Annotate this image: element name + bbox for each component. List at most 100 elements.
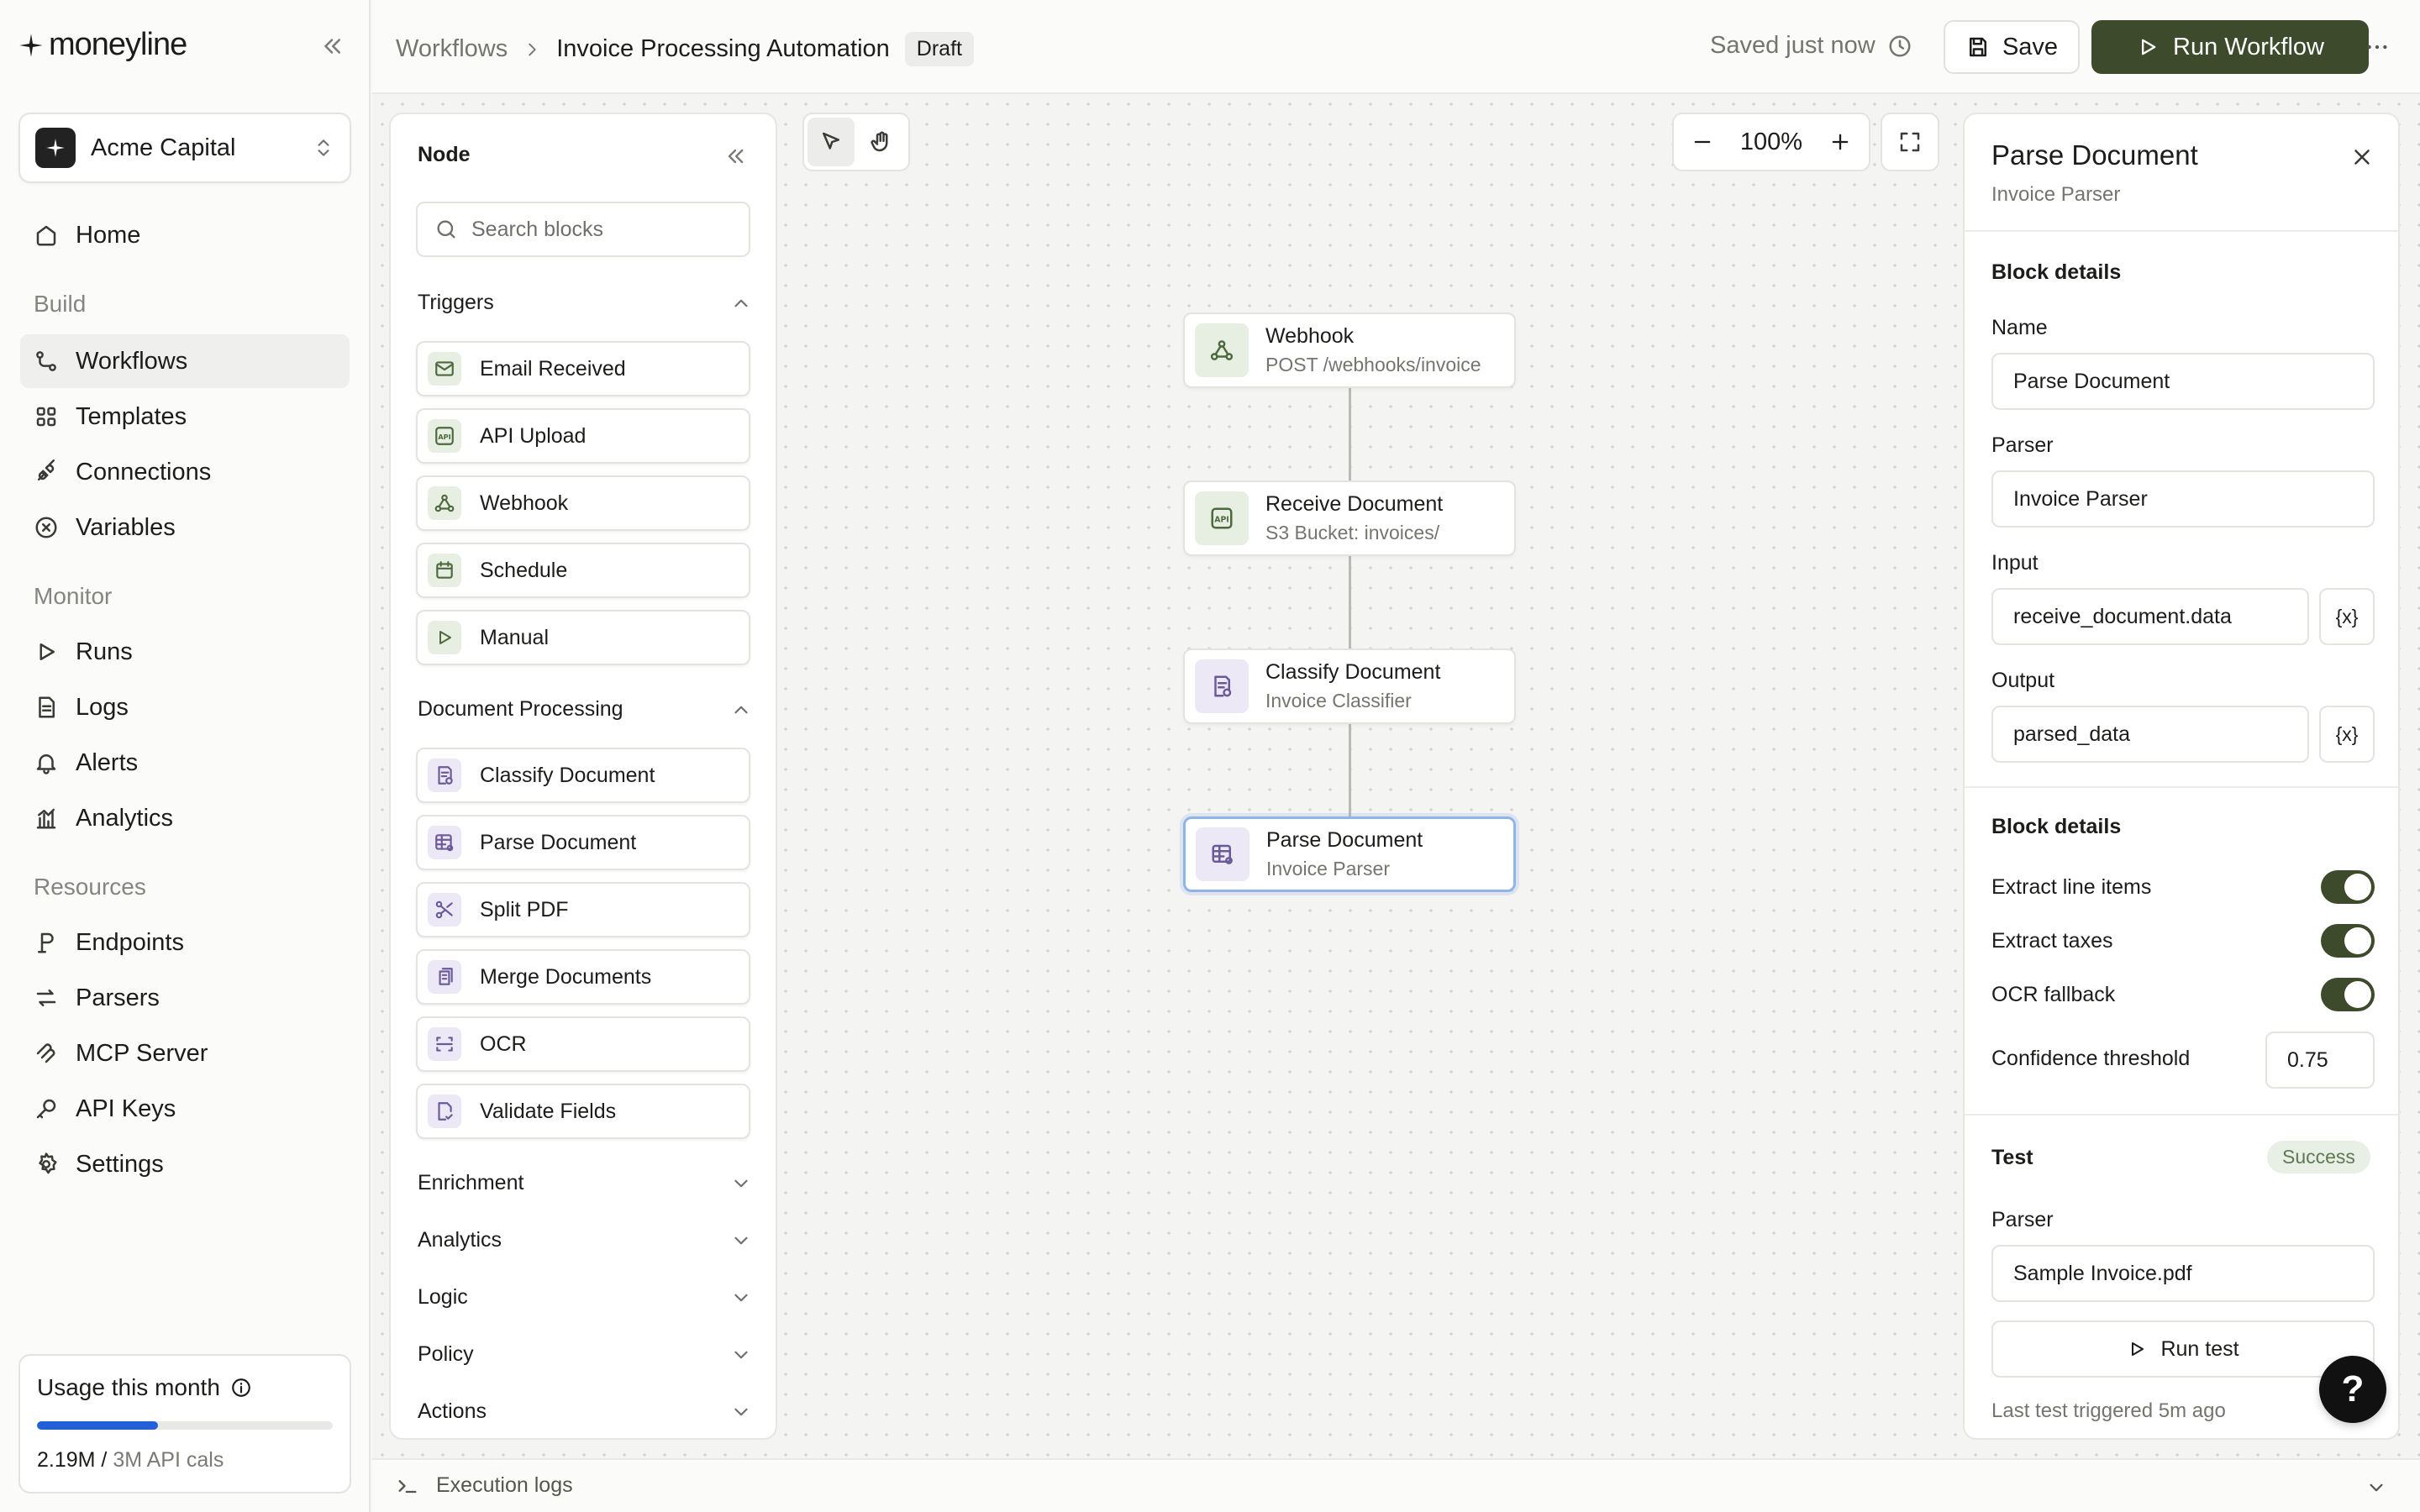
parse-table-icon	[428, 826, 461, 859]
input-variable-button[interactable]: {x}	[2319, 588, 2375, 645]
breadcrumb-workflows[interactable]: Workflows	[396, 35, 508, 63]
category-actions[interactable]: Actions	[418, 1399, 752, 1424]
flow-node-subtitle: Invoice Parser	[1266, 858, 1391, 879]
block-label: OCR	[480, 1032, 527, 1056]
category-document-processing[interactable]: Document Processing	[418, 697, 752, 722]
nav-endpoints[interactable]: Endpoints	[20, 916, 350, 969]
zoom-out-icon[interactable]	[1691, 130, 1714, 154]
block-api-upload[interactable]: API API Upload	[416, 408, 750, 464]
nav-home[interactable]: Home	[20, 208, 350, 262]
nav-api-keys[interactable]: API Keys	[20, 1082, 350, 1136]
classify-icon	[428, 759, 461, 792]
chevron-down-icon	[734, 1179, 748, 1187]
bell-icon	[36, 754, 56, 774]
merge-icon	[428, 960, 461, 994]
history-icon[interactable]	[1887, 34, 1912, 59]
nav-section-build: Build	[34, 291, 87, 317]
variable-icon	[35, 517, 57, 538]
execution-logs-bar[interactable]: Execution logs	[372, 1458, 2420, 1512]
output-variable-button[interactable]: {x}	[2319, 706, 2375, 763]
mail-icon	[428, 352, 461, 386]
save-button[interactable]: Save	[1944, 20, 2080, 74]
block-schedule[interactable]: Schedule	[416, 543, 750, 598]
block-parse-document[interactable]: Parse Document	[416, 815, 750, 870]
parser-field[interactable]: Invoice Parser	[1991, 470, 2375, 528]
save-status: Saved just now	[1710, 32, 1912, 60]
flow-node-webhook[interactable]: Webhook POST /webhooks/invoice	[1183, 312, 1516, 388]
toggle-label-ocr-fallback: OCR fallback	[1991, 983, 2116, 1006]
mcp-icon	[36, 1043, 55, 1063]
play-icon	[39, 643, 55, 660]
info-icon[interactable]	[230, 1377, 252, 1399]
test-status-badge: Success	[2267, 1141, 2370, 1173]
test-file-field[interactable]: Sample Invoice.pdf	[1991, 1245, 2375, 1302]
search-blocks-input[interactable]: Search blocks	[416, 202, 750, 257]
block-split-pdf[interactable]: Split PDF	[416, 882, 750, 937]
close-icon[interactable]	[2349, 144, 2375, 170]
connector-line	[1349, 388, 1351, 480]
execution-logs-toggle[interactable]: Execution logs	[396, 1473, 573, 1498]
name-field[interactable]: Parse Document	[1991, 353, 2375, 410]
toggle-ocr-fallback[interactable]	[2321, 978, 2375, 1011]
breadcrumb: Workflows Invoice Processing Automation …	[396, 32, 974, 66]
flow-node-classify-document[interactable]: Classify Document Invoice Classifier	[1183, 648, 1516, 724]
nav-variables[interactable]: Variables	[20, 501, 350, 554]
nav-mcp-server[interactable]: MCP Server	[20, 1026, 350, 1080]
category-policy[interactable]: Policy	[418, 1342, 752, 1367]
nav-analytics[interactable]: Analytics	[20, 791, 350, 845]
nav-templates[interactable]: Templates	[20, 390, 350, 444]
block-manual[interactable]: Manual	[416, 610, 750, 665]
output-field[interactable]: parsed_data	[1991, 706, 2309, 763]
zoom-in-icon[interactable]	[1828, 130, 1852, 154]
org-switcher[interactable]: Acme Capital	[18, 113, 351, 183]
nav-parsers[interactable]: Parsers	[20, 971, 350, 1025]
test-parser-label: Parser	[1991, 1208, 2054, 1231]
grid-icon	[36, 407, 56, 427]
node-panel-title: Node	[418, 143, 471, 166]
category-document-processing-label: Document Processing	[418, 697, 623, 721]
parser-label: Parser	[1991, 433, 2054, 457]
block-classify-document[interactable]: Classify Document	[416, 748, 750, 803]
confidence-threshold-input[interactable]: 0.75	[2265, 1032, 2375, 1089]
pan-tool[interactable]	[858, 118, 905, 166]
brand-logo[interactable]: moneyline	[18, 27, 187, 63]
run-workflow-button[interactable]: Run Workflow	[2091, 20, 2369, 74]
toggle-extract-line-items[interactable]	[2321, 870, 2375, 904]
category-analytics[interactable]: Analytics	[418, 1228, 752, 1252]
block-email-received[interactable]: Email Received	[416, 341, 750, 396]
nav-logs[interactable]: Logs	[20, 680, 350, 734]
block-validate-fields[interactable]: Validate Fields	[416, 1084, 750, 1139]
block-label: API Upload	[480, 423, 587, 448]
run-test-button[interactable]: Run test	[1991, 1320, 2375, 1378]
block-merge-documents[interactable]: Merge Documents	[416, 949, 750, 1005]
flow-node-parse-document[interactable]: Parse Document Invoice Parser	[1183, 816, 1516, 892]
category-actions-label: Actions	[418, 1399, 487, 1423]
connector-line	[1349, 724, 1351, 816]
chevron-right-icon	[529, 43, 536, 55]
nav-runs[interactable]: Runs	[20, 625, 350, 679]
category-logic[interactable]: Logic	[418, 1285, 752, 1310]
block-webhook[interactable]: Webhook	[416, 475, 750, 531]
help-button[interactable]: ?	[2319, 1356, 2386, 1423]
nav-alerts[interactable]: Alerts	[20, 736, 350, 790]
chevron-down-icon	[734, 1408, 748, 1415]
input-field[interactable]: receive_document.data	[1991, 588, 2309, 645]
fit-to-screen-icon[interactable]	[1881, 113, 1939, 171]
pointer-tool[interactable]	[808, 118, 855, 166]
category-triggers[interactable]: Triggers	[418, 291, 752, 315]
chevron-down-icon[interactable]	[2365, 1477, 2387, 1499]
flow-node-receive-document[interactable]: API Receive Document S3 Bucket: invoices…	[1183, 480, 1516, 556]
toggle-extract-taxes[interactable]	[2321, 924, 2375, 958]
play-icon	[2142, 39, 2156, 55]
nav-connections[interactable]: Connections	[20, 445, 350, 499]
category-enrichment[interactable]: Enrichment	[418, 1171, 752, 1195]
collapse-sidebar-icon[interactable]	[319, 34, 345, 59]
nav-workflows[interactable]: Workflows	[20, 334, 350, 388]
more-options-icon[interactable]	[2364, 34, 2391, 60]
usage-card: Usage this month 2.19M / 3M API cals	[18, 1354, 351, 1494]
nav-settings[interactable]: Settings	[20, 1137, 350, 1191]
chevron-up-icon	[734, 706, 748, 713]
block-ocr[interactable]: OCR	[416, 1016, 750, 1072]
chevron-down-icon	[734, 1294, 748, 1301]
collapse-panel-icon[interactable]	[723, 144, 747, 168]
